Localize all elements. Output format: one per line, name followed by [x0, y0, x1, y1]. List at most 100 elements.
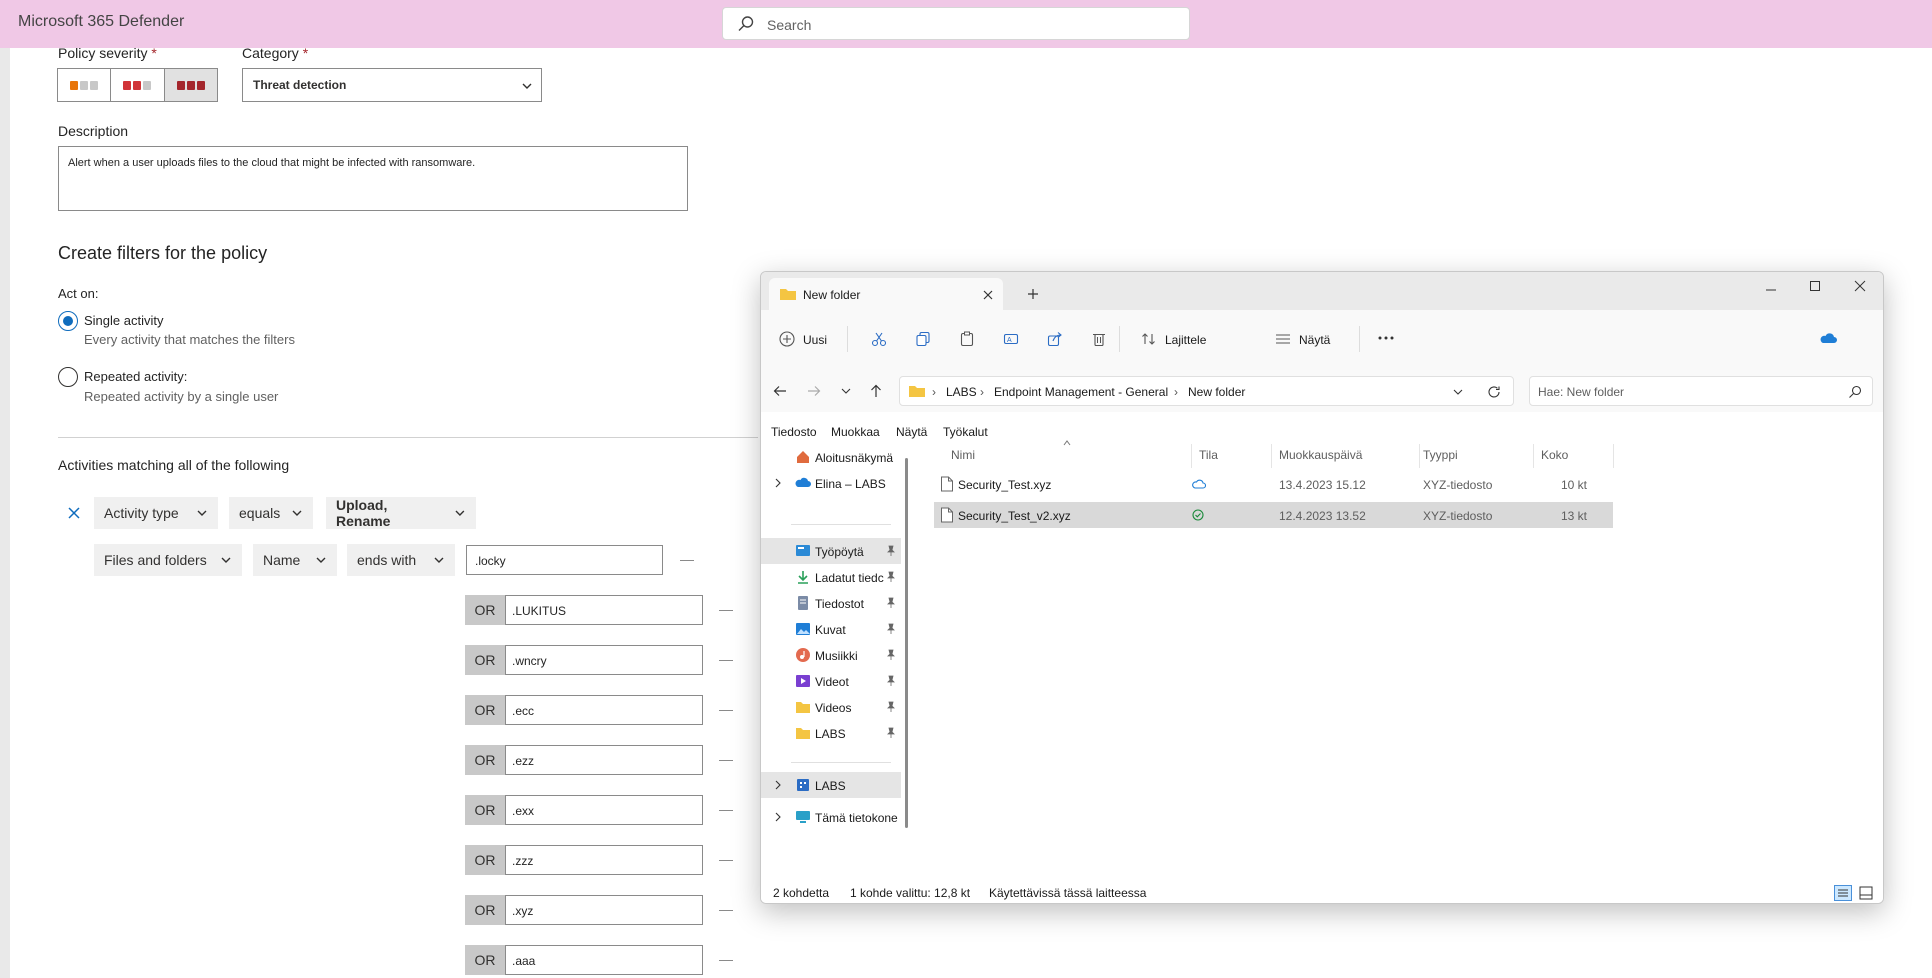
column-separator[interactable]	[1271, 444, 1272, 468]
paste-icon[interactable]	[959, 331, 975, 347]
explorer-tab[interactable]: New folder	[769, 278, 1003, 311]
app-title[interactable]: Microsoft 365 Defender	[18, 13, 184, 31]
recent-locations-chevron-icon[interactable]	[841, 386, 851, 396]
column-header-type[interactable]: Tyyppi	[1423, 448, 1458, 462]
folder-search-box[interactable]: Hae: New folder	[1529, 376, 1873, 406]
close-window-icon[interactable]	[1854, 280, 1866, 292]
severity-medium-button[interactable]	[111, 69, 165, 101]
or-value-input[interactable]: .exx	[505, 795, 703, 825]
activity-value-dropdown[interactable]: Upload, Rename	[326, 497, 476, 529]
severity-low-button[interactable]	[58, 69, 112, 101]
up-arrow-icon[interactable]	[869, 384, 883, 398]
chevron-down-icon[interactable]	[1453, 387, 1463, 397]
close-tab-icon[interactable]	[983, 290, 993, 300]
remove-value-dash[interactable]	[719, 960, 733, 961]
column-header-name[interactable]: Nimi	[951, 448, 975, 462]
preview-view-icon[interactable]	[1859, 886, 1873, 900]
menu-view[interactable]: Näytä	[896, 425, 927, 439]
nav-item-downloads[interactable]: Ladatut tiedc	[761, 564, 901, 590]
column-header-status[interactable]: Tila	[1199, 448, 1218, 462]
pin-icon[interactable]	[885, 701, 897, 713]
cut-icon[interactable]	[871, 331, 887, 347]
menu-file[interactable]: Tiedosto	[771, 425, 817, 439]
remove-value-dash[interactable]	[680, 560, 694, 561]
remove-value-dash[interactable]	[719, 610, 733, 611]
breadcrumb-labs[interactable]: LABS	[946, 385, 977, 399]
or-value-input[interactable]: .aaa	[505, 945, 703, 975]
view-button[interactable]: Näytä	[1275, 328, 1347, 352]
column-separator[interactable]	[1533, 444, 1534, 468]
or-value-input[interactable]: .LUKITUS	[505, 595, 703, 625]
new-button[interactable]: Uusi	[779, 328, 845, 352]
name-subfield-dropdown[interactable]: Name	[253, 544, 337, 576]
nav-item-desktop[interactable]: Työpöytä	[761, 538, 901, 564]
nav-item-labs-site[interactable]: LABS	[761, 772, 901, 798]
nav-item-home[interactable]: Aloitusnäkymä	[761, 444, 901, 470]
column-header-size[interactable]: Koko	[1541, 448, 1568, 462]
name-operator-dropdown[interactable]: ends with	[347, 544, 455, 576]
or-value-input[interactable]: .wncry	[505, 645, 703, 675]
remove-value-dash[interactable]	[719, 810, 733, 811]
pin-icon[interactable]	[885, 649, 897, 661]
nav-item-documents[interactable]: Tiedostot	[761, 590, 901, 616]
or-value-input[interactable]: .ecc	[505, 695, 703, 725]
file-row[interactable]: Security_Test_v2.xyz 12.4.2023 13.52 XYZ…	[934, 502, 1613, 528]
remove-value-dash[interactable]	[719, 660, 733, 661]
remove-value-dash[interactable]	[719, 860, 733, 861]
remove-value-dash[interactable]	[719, 760, 733, 761]
file-row[interactable]: Security_Test.xyz 13.4.2023 15.12 XYZ-ti…	[934, 471, 1613, 497]
pin-icon[interactable]	[885, 571, 897, 583]
files-field-dropdown[interactable]: Files and folders	[94, 544, 242, 576]
details-view-icon[interactable]	[1834, 885, 1852, 901]
new-tab-icon[interactable]	[1027, 288, 1039, 300]
forward-arrow-icon[interactable]	[807, 384, 821, 398]
pin-icon[interactable]	[885, 623, 897, 635]
column-separator[interactable]	[1419, 444, 1420, 468]
delete-icon[interactable]	[1091, 331, 1107, 347]
or-value-input[interactable]: .zzz	[505, 845, 703, 875]
expand-chevron-icon[interactable]	[773, 478, 783, 488]
pin-icon[interactable]	[885, 727, 897, 739]
sort-button[interactable]: Lajittele	[1141, 328, 1223, 352]
column-header-modified[interactable]: Muokkauspäivä	[1279, 448, 1362, 462]
or-value-input[interactable]: .ezz	[505, 745, 703, 775]
back-arrow-icon[interactable]	[773, 384, 787, 398]
breadcrumb-new-folder[interactable]: New folder	[1188, 385, 1245, 399]
refresh-icon[interactable]	[1487, 385, 1501, 399]
nav-item-pictures[interactable]: Kuvat	[761, 616, 901, 642]
expand-chevron-icon[interactable]	[773, 780, 783, 790]
pin-icon[interactable]	[885, 545, 897, 557]
navigation-scrollbar[interactable]	[905, 458, 908, 828]
address-bar[interactable]: › LABS › Endpoint Management - General ›…	[899, 376, 1514, 406]
nav-item-this-pc[interactable]: Tämä tietokone	[761, 804, 901, 824]
maximize-icon[interactable]	[1809, 280, 1821, 292]
nav-item-videos[interactable]: Videot	[761, 668, 901, 694]
remove-value-dash[interactable]	[719, 910, 733, 911]
severity-high-button[interactable]	[164, 69, 217, 101]
nav-item-music[interactable]: Musiikki	[761, 642, 901, 668]
nav-item-onedrive[interactable]: Elina – LABS	[761, 470, 901, 496]
repeated-activity-radio[interactable]	[58, 367, 78, 387]
global-search-box[interactable]: Search	[722, 7, 1190, 40]
extension-input[interactable]: .locky	[466, 545, 663, 575]
expand-chevron-icon[interactable]	[773, 812, 783, 822]
activity-type-field-dropdown[interactable]: Activity type	[94, 497, 218, 529]
menu-edit[interactable]: Muokkaa	[831, 425, 880, 439]
pin-icon[interactable]	[885, 675, 897, 687]
description-textarea[interactable]: Alert when a user uploads files to the c…	[58, 146, 688, 211]
nav-item-videos-folder[interactable]: Videos	[761, 694, 901, 720]
menu-tools[interactable]: Työkalut	[943, 425, 988, 439]
rename-icon[interactable]: A	[1003, 331, 1019, 347]
or-value-input[interactable]: .xyz	[505, 895, 703, 925]
remove-value-dash[interactable]	[719, 710, 733, 711]
nav-item-labs-folder[interactable]: LABS	[761, 720, 901, 746]
more-options-icon[interactable]	[1377, 335, 1395, 341]
pin-icon[interactable]	[885, 597, 897, 609]
column-separator[interactable]	[1613, 444, 1614, 468]
remove-filter-icon[interactable]	[67, 506, 81, 520]
minimize-icon[interactable]	[1765, 284, 1777, 296]
copy-icon[interactable]	[915, 331, 931, 347]
column-separator[interactable]	[1191, 444, 1192, 468]
category-dropdown[interactable]: Threat detection	[242, 68, 542, 102]
single-activity-radio[interactable]	[58, 311, 78, 331]
